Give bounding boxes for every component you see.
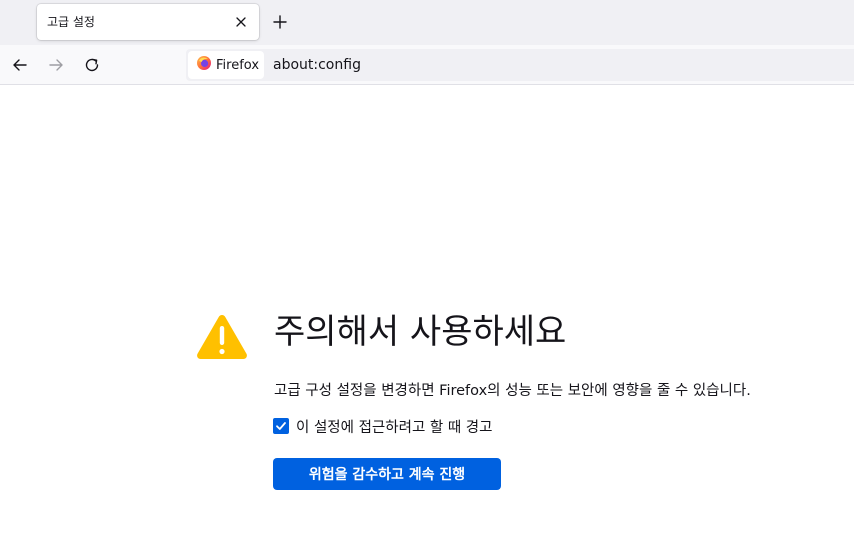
warning-checkbox[interactable] bbox=[273, 418, 289, 434]
close-icon[interactable] bbox=[231, 12, 251, 32]
identity-box[interactable]: Firefox bbox=[188, 51, 264, 79]
url-text: about:config bbox=[273, 57, 361, 73]
plus-icon[interactable] bbox=[270, 12, 290, 32]
tab-title: 고급 설정 bbox=[47, 15, 95, 29]
nav-bar: Firefox about:config bbox=[0, 45, 854, 85]
url-bar[interactable]: Firefox about:config bbox=[186, 49, 854, 81]
identity-label: Firefox bbox=[216, 57, 260, 73]
tab-advanced-settings[interactable]: 고급 설정 bbox=[37, 4, 259, 40]
accept-risk-button[interactable]: 위험을 감수하고 계속 진행 bbox=[273, 458, 501, 490]
tab-strip: 고급 설정 bbox=[0, 0, 854, 45]
warning-triangle-icon bbox=[196, 313, 248, 361]
forward-arrow-icon[interactable] bbox=[44, 53, 68, 77]
reload-icon[interactable] bbox=[80, 53, 104, 77]
back-arrow-icon[interactable] bbox=[8, 53, 32, 77]
firefox-logo-icon bbox=[196, 55, 212, 75]
warning-checkbox-row[interactable]: 이 설정에 접근하려고 할 때 경고 bbox=[273, 416, 492, 436]
warning-description: 고급 구성 설정을 변경하면 Firefox의 성능 또는 보안에 영향을 줄 … bbox=[274, 383, 751, 399]
page-title: 주의해서 사용하세요 bbox=[274, 312, 567, 352]
warning-checkbox-label[interactable]: 이 설정에 접근하려고 할 때 경고 bbox=[296, 416, 492, 437]
